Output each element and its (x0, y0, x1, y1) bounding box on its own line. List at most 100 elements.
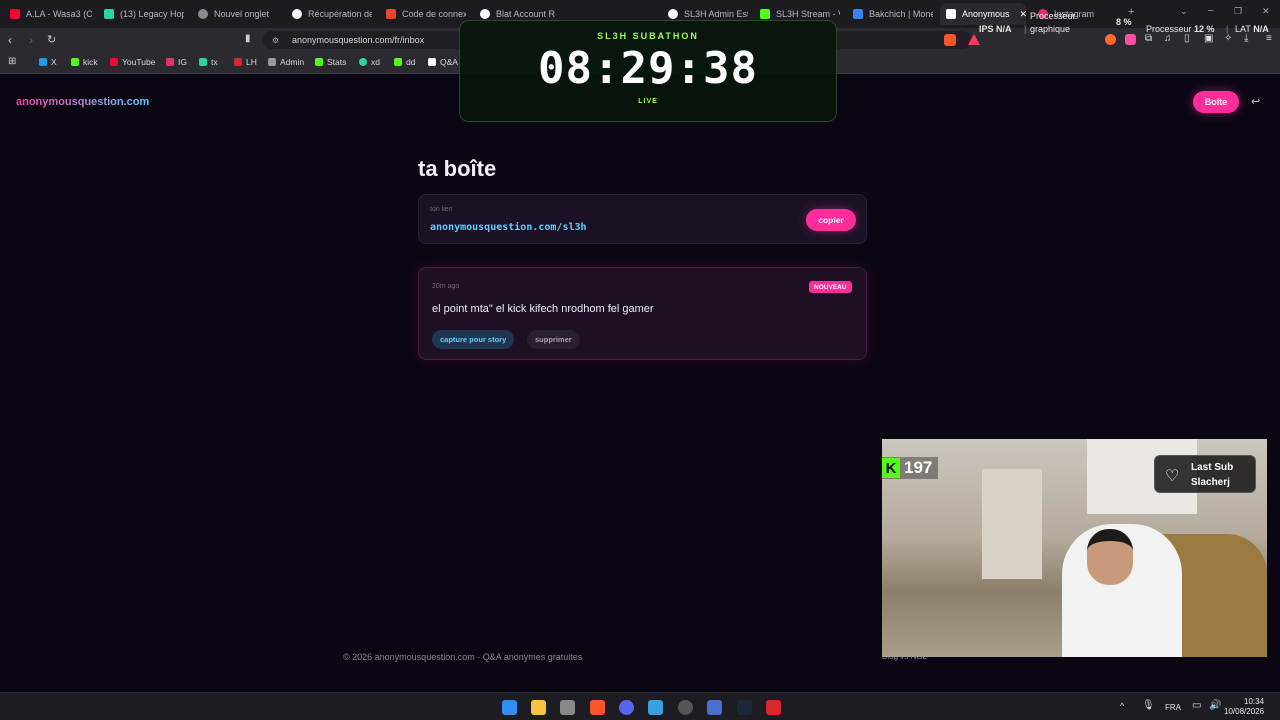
apps-grid-icon[interactable]: ⊞ (8, 56, 16, 67)
last-sub-name: Slacherj (1191, 477, 1230, 488)
network-icon[interactable]: ▭ (1192, 700, 1201, 711)
obs-icon[interactable] (678, 700, 693, 715)
instagram-icon (166, 58, 174, 66)
kick-icon (71, 58, 79, 66)
stats-icon (315, 58, 323, 66)
site-settings-icon[interactable]: ⚙ (272, 36, 279, 45)
leo-ai-icon[interactable]: ✧ (1224, 33, 1232, 44)
x-icon (39, 58, 47, 66)
reload-icon[interactable]: ↻ (47, 33, 56, 46)
message-text: el point mta" el kick kifech nrodhom fel… (432, 303, 654, 315)
bookmark-admin[interactable]: Admin (268, 57, 304, 67)
tab-3[interactable]: Récupération de (292, 3, 372, 25)
bookmark-dd[interactable]: dd (394, 57, 415, 67)
app-icon[interactable] (707, 700, 722, 715)
close-tab-icon[interactable]: ✕ (1020, 9, 1026, 20)
download-icon[interactable]: ⤓ (1244, 33, 1248, 44)
tab-list-icon[interactable]: ⌄ (1180, 6, 1188, 17)
shield-icon (198, 9, 208, 19)
bookmark-kick[interactable]: kick (71, 57, 98, 67)
new-badge: NOUVEAU (809, 281, 852, 293)
minimize-icon[interactable]: – (1208, 5, 1214, 16)
delete-button[interactable]: supprimer (527, 330, 580, 349)
cpu-top-label: Processeur (1030, 11, 1076, 21)
sidebar-icon[interactable]: ▯ (1184, 33, 1190, 44)
message-time: 20m ago (432, 283, 460, 290)
forward-icon[interactable]: › (29, 33, 33, 47)
footer-text: © 2026 anonymousquestion.com · Q&A anony… (343, 652, 583, 662)
bookmark-stats[interactable]: Stats (315, 57, 346, 67)
last-sub-widget: ♡ Last Sub Slacherj (1154, 455, 1256, 493)
bookmark-xd[interactable]: xd (359, 57, 380, 67)
file-explorer-icon[interactable] (531, 700, 546, 715)
extensions-icon[interactable]: ⧉ (1145, 33, 1152, 44)
tab-favicon-icon (104, 9, 114, 19)
kick-icon (760, 9, 770, 19)
site-logo[interactable]: anonymousquestion.com (16, 96, 149, 108)
lh-icon (234, 58, 242, 66)
bookmark-qa[interactable]: Q&A (428, 57, 458, 67)
clock-time: 10:34 (1244, 697, 1265, 706)
tab-8[interactable]: Bakchich | Moné (853, 3, 933, 25)
tab-favicon-icon (292, 9, 302, 19)
language-indicator[interactable]: FRA (1165, 703, 1181, 712)
bookmark-icon[interactable]: ▮ (245, 33, 251, 44)
fps-stat: IPS N/A (979, 24, 1012, 34)
app-icon[interactable] (648, 700, 663, 715)
link-card: ton lien anonymousquestion.com/sl3h copi… (418, 194, 867, 244)
tab-favicon-icon (480, 9, 490, 19)
steam-icon[interactable] (737, 700, 752, 715)
url-text: anonymousquestion.com/fr/inbox (292, 35, 425, 45)
kick-icon: K (882, 458, 900, 478)
gmail-icon (386, 9, 396, 19)
logout-icon[interactable]: ↩ (1251, 95, 1260, 108)
copy-button[interactable]: copier (806, 209, 856, 231)
tab-4[interactable]: Code de connex (386, 3, 466, 25)
bookmark-tx[interactable]: tx (199, 57, 218, 67)
brave-shield-icon[interactable] (944, 34, 956, 46)
brave-icon[interactable] (590, 700, 605, 715)
heart-icon: ♡ (1165, 468, 1180, 485)
close-window-icon[interactable]: ✕ (1262, 6, 1270, 17)
story-capture-button[interactable]: capture pour story (432, 330, 515, 349)
tab-0[interactable]: A.LA - Wasa3 (O (10, 3, 92, 25)
bookmark-x[interactable]: X (39, 57, 57, 67)
tab-active-anonymous[interactable]: Anonymous ✕ (940, 3, 1026, 25)
extension-icon[interactable] (1125, 34, 1136, 45)
bookmark-ig[interactable]: IG (166, 57, 187, 67)
tab-2[interactable]: Nouvel onglet (198, 3, 278, 25)
media-icon[interactable]: ♫ (1164, 33, 1172, 44)
app-icon[interactable] (766, 700, 781, 715)
last-sub-title: Last Sub (1191, 462, 1234, 473)
bookmark-lh[interactable]: LH (234, 57, 257, 67)
message-card: 20m ago NOUVEAU el point mta" el kick ki… (418, 267, 867, 360)
timer-status: LIVE (638, 98, 658, 105)
webcam-door (982, 469, 1042, 579)
maximize-icon[interactable]: ❐ (1234, 6, 1242, 17)
discord-icon[interactable] (619, 700, 634, 715)
admin-icon (268, 58, 276, 66)
cpu-top-value: 8 % (1116, 17, 1132, 27)
volume-icon[interactable]: 🔊 (1209, 700, 1221, 711)
back-icon[interactable]: ‹ (8, 33, 12, 47)
tray-chevron-icon[interactable]: ^ (1120, 701, 1124, 711)
clock[interactable]: 10:34 10/08/2026 (1224, 697, 1265, 717)
dd-icon (394, 58, 402, 66)
tab-1[interactable]: (13) Legacy Hop (104, 3, 184, 25)
start-icon[interactable] (502, 700, 517, 715)
extension-icon[interactable] (1105, 34, 1116, 45)
link-label: ton lien (430, 206, 453, 213)
app-icon[interactable] (560, 700, 575, 715)
wallet-icon[interactable]: ▣ (1204, 33, 1213, 44)
brave-rewards-icon[interactable] (968, 34, 980, 45)
tab-favicon-icon (668, 9, 678, 19)
box-button[interactable]: Boîte (1193, 91, 1239, 113)
microphone-icon[interactable]: 🎙 (1142, 700, 1155, 711)
webcam-feed: K 197 ♡ Last Sub Slacherj (882, 439, 1267, 657)
cpu-stat: Processeur 12 % (1146, 24, 1215, 34)
qa-icon (428, 58, 436, 66)
clock-date: 10/08/2026 (1224, 707, 1265, 716)
bookmark-youtube[interactable]: YouTube (110, 57, 155, 67)
menu-icon[interactable]: ≡ (1266, 33, 1272, 44)
profile-link[interactable]: anonymousquestion.com/sl3h (430, 222, 587, 233)
